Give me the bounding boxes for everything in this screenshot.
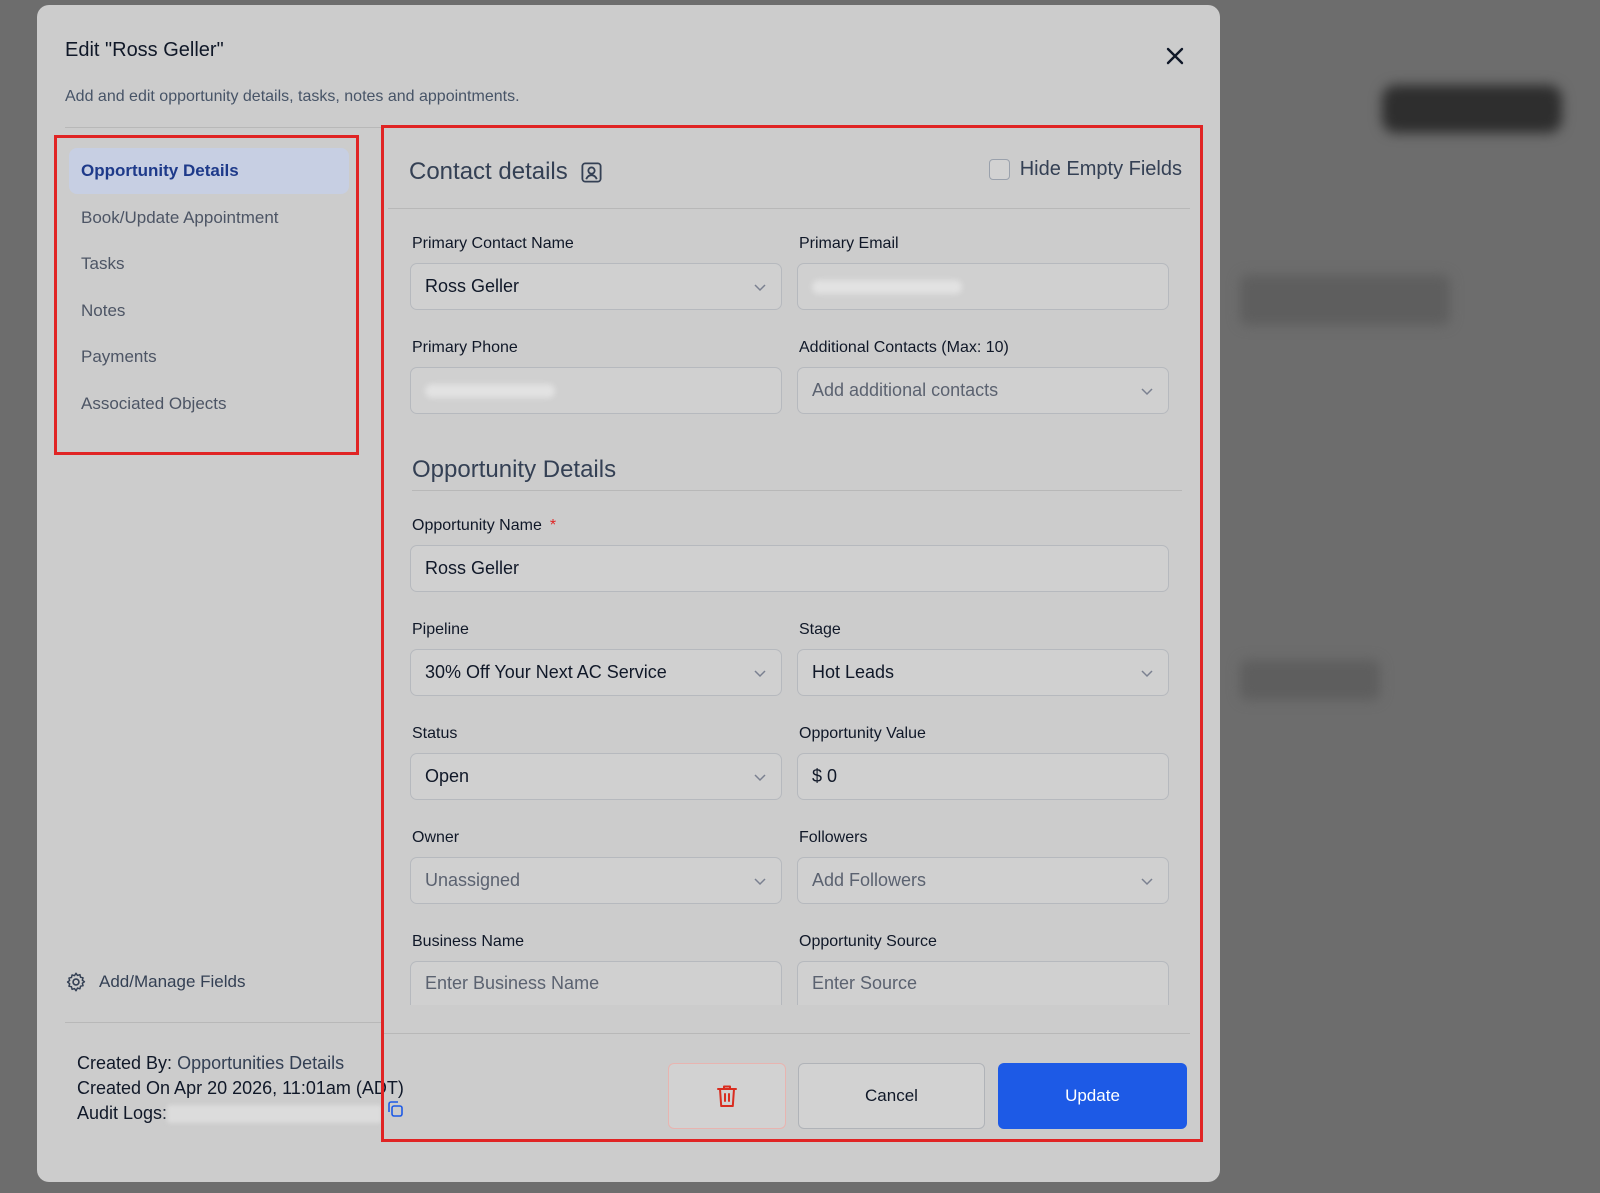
audit-logs-label: Audit Logs: — [77, 1103, 168, 1123]
hide-empty-fields-toggle[interactable]: Hide Empty Fields — [988, 158, 1182, 181]
sidebar-divider — [65, 1022, 383, 1023]
footer-divider — [384, 1033, 1190, 1034]
primary-phone-redacted — [425, 383, 555, 398]
opportunity-source-label: Opportunity Source — [799, 933, 937, 950]
pipeline-select[interactable]: 30% Off Your Next AC Service — [410, 649, 782, 696]
followers-label: Followers — [799, 829, 868, 846]
owner-label: Owner — [412, 829, 460, 846]
primary-contact-select[interactable]: Ross Geller — [410, 263, 782, 310]
audit-logs-redacted — [167, 1105, 383, 1124]
chevron-down-icon — [1141, 878, 1153, 886]
opportunity-section-divider — [412, 490, 1182, 491]
opportunity-value-amount: $ 0 — [812, 766, 838, 786]
gear-icon — [66, 972, 86, 992]
chevron-down-icon — [1141, 670, 1153, 678]
modal-subtitle: Add and edit opportunity details, tasks,… — [65, 88, 520, 105]
stage-select[interactable]: Hot Leads — [797, 649, 1169, 696]
primary-phone-field[interactable] — [410, 367, 782, 414]
opportunity-details-title: Opportunity Details — [412, 456, 617, 483]
status-value: Open — [425, 766, 470, 786]
primary-phone-label: Primary Phone — [412, 339, 518, 356]
add-manage-fields-label: Add/Manage Fields — [99, 972, 246, 991]
stage-label: Stage — [799, 621, 841, 638]
audit-logs-line: Audit Logs: — [77, 1101, 404, 1126]
opportunity-name-label-text: Opportunity Name — [412, 517, 542, 534]
status-select[interactable]: Open — [410, 753, 782, 800]
opportunity-name-value: Ross Geller — [425, 558, 520, 578]
contact-card-icon — [581, 161, 602, 183]
created-by-line: Created By: Opportunities Details — [77, 1051, 404, 1076]
opportunity-name-input[interactable]: Ross Geller — [410, 545, 1169, 592]
status-label: Status — [412, 725, 458, 742]
opportunity-value-input[interactable]: $ 0 — [797, 753, 1169, 800]
update-button[interactable]: Update — [998, 1063, 1187, 1129]
chevron-down-icon — [754, 284, 766, 292]
followers-placeholder: Add Followers — [812, 870, 927, 890]
business-name-label: Business Name — [412, 933, 525, 950]
sidebar-item-notes[interactable]: Notes — [69, 288, 349, 334]
owner-value: Unassigned — [425, 870, 521, 890]
delete-button[interactable] — [668, 1063, 786, 1129]
chevron-down-icon — [754, 670, 766, 678]
background-row-blur — [1240, 660, 1380, 700]
sidebar-item-book-appointment[interactable]: Book/Update Appointment — [69, 195, 349, 241]
background-row-blur — [1240, 275, 1450, 325]
hide-empty-fields-checkbox[interactable] — [988, 159, 1010, 180]
cancel-button[interactable]: Cancel — [798, 1063, 985, 1129]
modal-title: Edit "Ross Geller" — [65, 39, 224, 61]
additional-contacts-placeholder: Add additional contacts — [812, 380, 999, 400]
contact-details-heading: Contact details — [409, 158, 603, 186]
required-marker: * — [549, 517, 557, 534]
add-manage-fields-button[interactable]: Add/Manage Fields — [65, 971, 245, 993]
chevron-down-icon — [1141, 388, 1153, 396]
sidebar-item-payments[interactable]: Payments — [69, 334, 349, 380]
contact-details-title: Contact details — [409, 158, 568, 185]
primary-contact-value: Ross Geller — [425, 276, 520, 296]
record-meta: Created By: Opportunities Details Create… — [77, 1051, 404, 1126]
close-icon — [1166, 47, 1184, 65]
opportunity-source-placeholder: Enter Source — [812, 973, 918, 993]
primary-email-field[interactable] — [797, 263, 1169, 310]
sidebar-item-tasks[interactable]: Tasks — [69, 241, 349, 287]
sidebar-nav: Opportunity Details Book/Update Appointm… — [54, 135, 359, 455]
stage-value: Hot Leads — [812, 662, 895, 682]
opportunity-source-input[interactable]: Enter Source — [797, 961, 1169, 1005]
business-name-placeholder: Enter Business Name — [425, 973, 600, 993]
created-by-label: Created By: — [77, 1053, 173, 1073]
background-button-blur — [1382, 85, 1562, 133]
contact-header-divider — [388, 208, 1190, 209]
edit-opportunity-modal: Edit "Ross Geller" Add and edit opportun… — [37, 5, 1220, 1182]
sidebar-item-opportunity-details[interactable]: Opportunity Details — [69, 148, 349, 194]
pipeline-value: 30% Off Your Next AC Service — [425, 662, 667, 682]
primary-contact-label: Primary Contact Name — [412, 235, 574, 252]
hide-empty-fields-label: Hide Empty Fields — [1019, 158, 1182, 180]
sidebar-item-associated-objects[interactable]: Associated Objects — [69, 381, 349, 427]
additional-contacts-label: Additional Contacts (Max: 10) — [799, 339, 1009, 356]
followers-select[interactable]: Add Followers — [797, 857, 1169, 904]
additional-contacts-select[interactable]: Add additional contacts — [797, 367, 1169, 414]
chevron-down-icon — [754, 774, 766, 782]
opportunity-value-label: Opportunity Value — [799, 725, 926, 742]
trash-icon — [717, 1085, 737, 1107]
created-on: Created On Apr 20 2026, 11:01am (ADT) — [77, 1078, 404, 1098]
chevron-down-icon — [754, 878, 766, 886]
opportunity-name-label: Opportunity Name * — [412, 517, 556, 535]
primary-email-label: Primary Email — [799, 235, 899, 252]
business-name-input[interactable]: Enter Business Name — [410, 961, 782, 1005]
pipeline-label: Pipeline — [412, 621, 469, 638]
close-button[interactable] — [1160, 41, 1190, 71]
owner-select[interactable]: Unassigned — [410, 857, 782, 904]
primary-email-redacted — [812, 279, 962, 294]
opportunity-form-panel: Contact details Hide Empty Fields Primar… — [381, 125, 1203, 1142]
created-by-value: Opportunities Details — [177, 1053, 345, 1073]
